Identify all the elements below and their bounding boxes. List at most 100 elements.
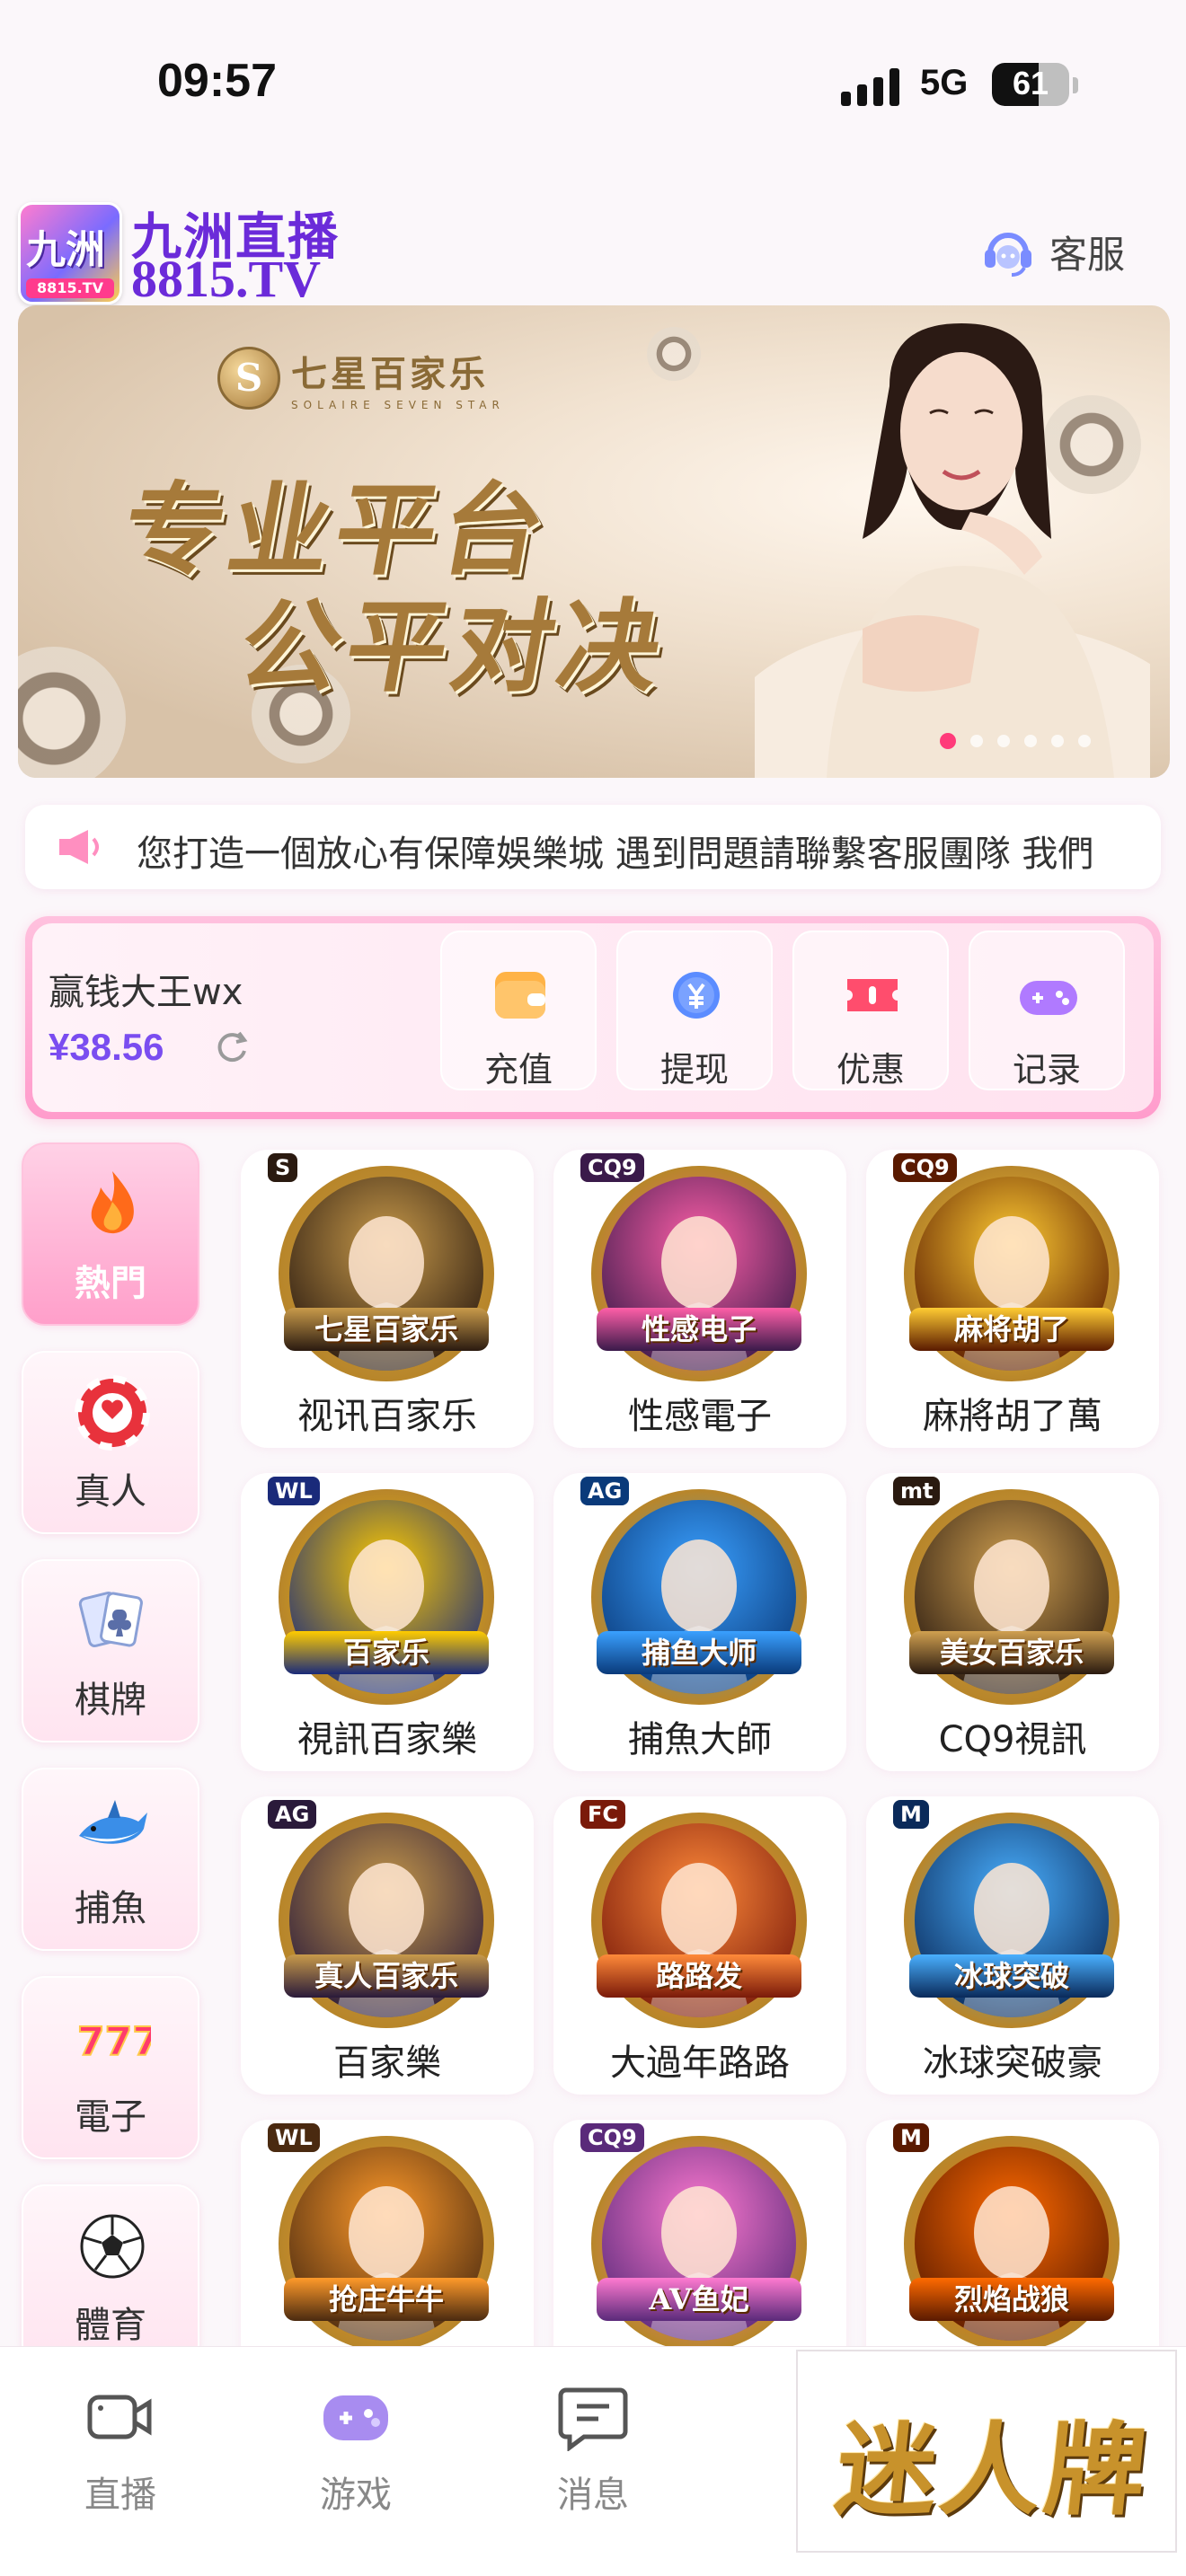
pagination-dot[interactable] <box>1051 735 1064 747</box>
game-thumbnail: AV鱼妃 <box>591 2136 807 2351</box>
message-icon <box>558 2387 628 2452</box>
svg-text:777: 777 <box>77 2019 151 2065</box>
game-card[interactable]: 冰球突破 M 冰球突破豪 <box>866 1796 1159 2095</box>
tab-label: 消息 <box>557 2475 629 2516</box>
deposit-label: 充值 <box>483 1050 553 1090</box>
gamepad-icon <box>1020 981 1077 1015</box>
tab-games[interactable]: 游戏 <box>284 2383 428 2518</box>
game-card[interactable]: 美女百家乐 mt CQ9視訊 <box>866 1473 1159 1771</box>
announcement-bar[interactable]: 您打造一個放心有保障娛樂城 遇到問題請聯繫客服團隊 我們 <box>25 805 1161 889</box>
logo-glyph: 九洲 <box>26 227 105 273</box>
withdraw-button[interactable]: 提现 <box>616 931 773 1090</box>
game-title-art: 真人百家乐 <box>284 1954 489 1998</box>
poker-chip-icon <box>75 1375 150 1451</box>
game-thumbnail: 性感电子 <box>591 1166 807 1381</box>
provider-badge: FC <box>580 1800 626 1829</box>
video-camera-icon <box>87 2395 152 2439</box>
game-name: 视讯百家乐 <box>297 1396 477 1437</box>
battery-tip <box>1073 77 1078 93</box>
promotion-button[interactable]: 优惠 <box>792 931 949 1090</box>
slot-777-icon: 777 <box>76 2018 151 2066</box>
category-sidebar: 熱門 真人 棋牌 捕魚 777 電子 體育 <box>22 1142 201 2393</box>
game-card[interactable]: 捕鱼大师 AG 捕魚大師 <box>553 1473 846 1771</box>
game-thumbnail: 七星百家乐 <box>279 1166 494 1381</box>
floating-promo-ad[interactable]: 迷人牌 <box>796 2350 1177 2553</box>
game-title-art: 捕鱼大师 <box>597 1631 801 1674</box>
game-name: 捕魚大師 <box>628 1719 772 1760</box>
ticket-icon <box>847 979 898 1011</box>
game-card[interactable]: 真人百家乐 AG 百家樂 <box>241 1796 534 2095</box>
banner-brand: S 七星百家乐 SOLAIRE SEVEN STAR <box>217 345 505 411</box>
casino-chip-icon <box>18 647 126 778</box>
records-label: 记录 <box>1012 1050 1081 1090</box>
banner-pagination[interactable] <box>940 733 1091 749</box>
battery-icon: 61 <box>992 63 1069 106</box>
category-live[interactable]: 真人 <box>22 1351 199 1534</box>
deposit-button[interactable]: 充值 <box>440 931 597 1090</box>
game-title-art: 七星百家乐 <box>284 1308 489 1351</box>
provider-badge: CQ9 <box>580 2123 644 2152</box>
game-name: 性感電子 <box>628 1396 772 1437</box>
category-label: 體育 <box>75 2305 146 2346</box>
provider-badge: AG <box>580 1477 630 1505</box>
game-thumbnail: 路路发 <box>591 1813 807 2028</box>
provider-badge: WL <box>268 2123 320 2152</box>
pagination-dot[interactable] <box>940 733 956 749</box>
withdraw-label: 提现 <box>659 1050 729 1090</box>
game-title-art: 冰球突破 <box>909 1954 1114 1998</box>
game-title-art: AV鱼妃 <box>597 2278 801 2321</box>
pagination-dot[interactable] <box>970 735 983 747</box>
game-name: 視訊百家樂 <box>297 1719 477 1760</box>
game-title-art: 路路发 <box>597 1954 801 1998</box>
app-logo-icon: 九洲 8815.TV <box>18 202 122 304</box>
announcement-text: 您打造一個放心有保障娛樂城 遇到問題請聯繫客服團隊 我們 <box>137 834 1094 875</box>
game-thumbnail: 百家乐 <box>279 1489 494 1705</box>
pagination-dot[interactable] <box>997 735 1010 747</box>
casino-chip-icon <box>647 327 701 381</box>
category-slots[interactable]: 777 電子 <box>22 1976 199 2159</box>
provider-badge: WL <box>268 1477 320 1505</box>
battery-level: 61 <box>1012 65 1049 101</box>
banner-slogan-2: 公平对决 <box>230 588 676 706</box>
balance-amount: ¥38.56 <box>49 1026 164 1068</box>
game-card[interactable]: 路路发 FC 大過年路路 <box>553 1796 846 2095</box>
shark-icon <box>79 1800 147 1844</box>
category-sports[interactable]: 體育 <box>22 2184 199 2368</box>
soccer-ball-icon <box>80 2214 145 2279</box>
game-card[interactable]: 麻将胡了 CQ9 麻將胡了萬 <box>866 1150 1159 1448</box>
game-title-art: 百家乐 <box>284 1631 489 1674</box>
provider-badge: M <box>893 2123 929 2152</box>
pagination-dot[interactable] <box>1078 735 1091 747</box>
gamepad-icon <box>323 2395 388 2440</box>
category-board-games[interactable]: 棋牌 <box>22 1559 199 1742</box>
promo-text: 迷人牌 <box>830 2412 1155 2529</box>
pagination-dot[interactable] <box>1024 735 1037 747</box>
game-card[interactable]: 性感电子 CQ9 性感電子 <box>553 1150 846 1448</box>
game-name: 百家樂 <box>333 2042 441 2084</box>
refresh-icon[interactable] <box>212 1028 252 1067</box>
game-card[interactable]: 百家乐 WL 視訊百家樂 <box>241 1473 534 1771</box>
banner-brand-sub: SOLAIRE SEVEN STAR <box>291 399 505 411</box>
tab-live[interactable]: 直播 <box>49 2383 192 2518</box>
playing-cards-icon <box>78 1591 143 1648</box>
game-title-art: 美女百家乐 <box>909 1631 1114 1674</box>
provider-badge: CQ9 <box>580 1153 644 1182</box>
game-card[interactable]: 七星百家乐 S 视讯百家乐 <box>241 1150 534 1448</box>
game-thumbnail: 烈焰战狼 <box>904 2136 1120 2351</box>
promotion-label: 优惠 <box>836 1050 905 1090</box>
headset-icon <box>979 223 1037 280</box>
category-fishing[interactable]: 捕魚 <box>22 1768 199 1951</box>
category-hot[interactable]: 熱門 <box>22 1142 199 1326</box>
game-thumbnail: 捕鱼大师 <box>591 1489 807 1705</box>
game-name: 大過年路路 <box>610 2042 790 2084</box>
customer-service-button[interactable]: 客服 <box>979 220 1125 283</box>
app-header: 九洲 8815.TV 九洲直播 8815.TV 客服 <box>0 184 1186 310</box>
game-title-art: 抢庄牛牛 <box>284 2278 489 2321</box>
game-name: 麻將胡了萬 <box>923 1396 1102 1437</box>
records-button[interactable]: 记录 <box>969 931 1125 1090</box>
brand-coin-icon: S <box>217 347 280 410</box>
tab-label: 游戏 <box>320 2475 392 2516</box>
tab-messages[interactable]: 消息 <box>521 2383 665 2518</box>
promo-banner[interactable]: S 七星百家乐 SOLAIRE SEVEN STAR 专业平台 公平对决 <box>18 305 1170 778</box>
game-title-art: 性感电子 <box>597 1308 801 1351</box>
